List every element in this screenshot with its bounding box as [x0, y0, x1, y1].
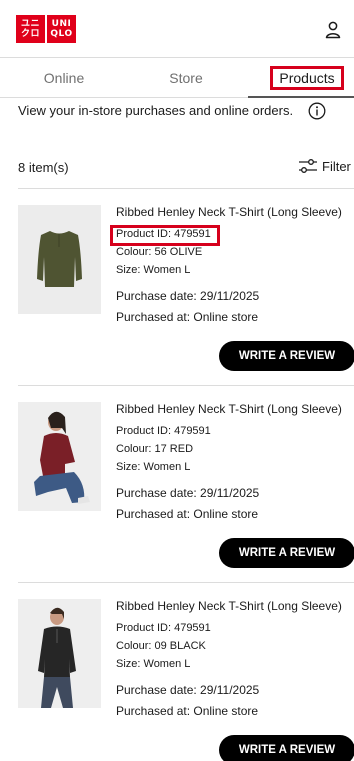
logo-top-text: UNI: [51, 19, 72, 29]
product-card: Ribbed Henley Neck T-Shirt (Long Sleeve)…: [0, 386, 354, 582]
purchase-date: Purchase date: 29/11/2025: [116, 486, 260, 500]
purchase-date: Purchase date: 29/11/2025: [116, 683, 260, 697]
intro-text: View your in-store purchases and online …: [18, 103, 294, 118]
product-id: Product ID: 479591: [116, 425, 211, 437]
logo-katakana-block: ユニ クロ: [16, 15, 45, 43]
product-name[interactable]: Ribbed Henley Neck T-Shirt (Long Sleeve): [116, 402, 342, 416]
product-name[interactable]: Ribbed Henley Neck T-Shirt (Long Sleeve): [116, 205, 342, 219]
tab-online[interactable]: Online: [0, 58, 128, 98]
product-size: Size: Women L: [116, 264, 191, 276]
logo-latin-block: UNI QLO: [47, 15, 76, 43]
product-image-red[interactable]: [18, 402, 101, 511]
product-colour: Colour: 17 RED: [116, 443, 194, 455]
product-image-olive[interactable]: [18, 205, 101, 314]
product-size: Size: Women L: [116, 461, 191, 473]
product-size: Size: Women L: [116, 658, 191, 670]
purchased-at: Purchased at: Online store: [116, 310, 259, 324]
tab-products-label[interactable]: Products: [270, 66, 344, 90]
uniqlo-logo[interactable]: ユニ クロ UNI QLO: [16, 15, 76, 43]
purchased-at: Purchased at: Online store: [116, 507, 259, 521]
product-id: Product ID: 479591: [116, 622, 211, 634]
write-review-button[interactable]: WRITE A REVIEW: [219, 341, 354, 371]
user-icon[interactable]: [323, 20, 343, 40]
write-review-button[interactable]: WRITE A REVIEW: [219, 735, 354, 761]
info-icon[interactable]: [308, 102, 326, 120]
purchased-at: Purchased at: Online store: [116, 704, 259, 718]
app-header: ユニ クロ UNI QLO: [0, 0, 354, 58]
logo-bottom-text: QLO: [50, 29, 73, 39]
product-id-highlight: [110, 225, 220, 246]
product-image-black[interactable]: [18, 599, 101, 708]
product-colour: Colour: 09 BLACK: [116, 640, 206, 652]
product-card: Ribbed Henley Neck T-Shirt (Long Sleeve)…: [0, 189, 354, 385]
tab-store[interactable]: Store: [122, 58, 250, 98]
product-colour: Colour: 56 OLIVE: [116, 246, 203, 258]
write-review-button[interactable]: WRITE A REVIEW: [219, 538, 354, 568]
item-count: 8 item(s): [18, 160, 69, 175]
sliders-icon: [299, 159, 317, 173]
filter-button[interactable]: Filter: [298, 158, 351, 174]
product-card: Ribbed Henley Neck T-Shirt (Long Sleeve)…: [0, 583, 354, 761]
purchase-date: Purchase date: 29/11/2025: [116, 289, 260, 303]
filter-label: Filter: [322, 158, 351, 174]
product-name[interactable]: Ribbed Henley Neck T-Shirt (Long Sleeve): [116, 599, 342, 613]
